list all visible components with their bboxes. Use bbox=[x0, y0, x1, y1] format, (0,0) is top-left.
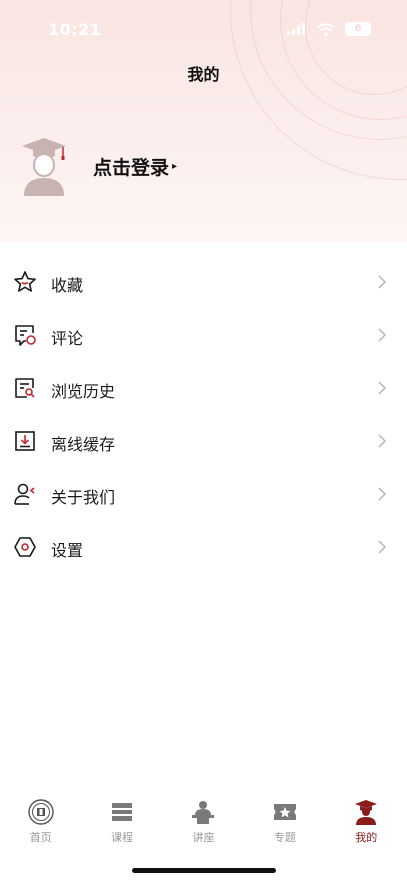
tab-lectures[interactable]: 讲座 bbox=[168, 793, 238, 853]
menu-list: 收藏 评论 浏览历史 离线缓存 关于我们 设置 bbox=[0, 256, 407, 574]
chevron-right-icon bbox=[378, 540, 387, 554]
menu-item-favorites[interactable]: 收藏 bbox=[0, 256, 407, 309]
chevron-right-icon bbox=[378, 487, 387, 501]
tab-mine[interactable]: 我的 bbox=[331, 793, 401, 853]
battery-icon: 6 bbox=[345, 22, 371, 36]
chevron-right-icon bbox=[378, 381, 387, 395]
login-label: 点击登录 bbox=[93, 156, 170, 179]
caret-right-icon: ▸ bbox=[172, 160, 178, 172]
login-link[interactable]: 点击登录 ▸ bbox=[93, 153, 177, 180]
status-bar: 10:21 6 bbox=[0, 0, 407, 58]
tab-label: 我的 bbox=[355, 831, 378, 844]
topic-icon bbox=[273, 804, 296, 820]
menu-item-comments[interactable]: 评论 bbox=[0, 309, 407, 362]
page-title: 我的 bbox=[187, 65, 220, 84]
download-icon bbox=[15, 431, 35, 451]
avatar-graduate-icon bbox=[22, 138, 66, 196]
profile-icon bbox=[355, 800, 378, 825]
tab-label: 首页 bbox=[29, 831, 52, 844]
login-area[interactable]: 点击登录 ▸ bbox=[20, 136, 177, 196]
menu-item-label: 收藏 bbox=[51, 276, 84, 295]
star-icon bbox=[14, 271, 36, 292]
menu-item-label: 离线缓存 bbox=[51, 435, 116, 454]
menu-item-label: 评论 bbox=[51, 329, 84, 348]
tab-label: 专题 bbox=[273, 831, 296, 844]
menu-item-label: 设置 bbox=[51, 541, 84, 560]
menu-item-about-us[interactable]: 关于我们 bbox=[0, 468, 407, 521]
comment-icon bbox=[15, 325, 36, 346]
status-icons: 6 bbox=[287, 22, 371, 36]
menu-item-label: 浏览历史 bbox=[51, 382, 116, 401]
chevron-right-icon bbox=[378, 275, 387, 289]
history-icon bbox=[15, 378, 35, 398]
tab-label: 课程 bbox=[111, 831, 134, 844]
tab-home[interactable]: 首页 bbox=[6, 793, 76, 853]
course-icon bbox=[112, 803, 133, 821]
signal-icon bbox=[287, 23, 305, 35]
home-indicator bbox=[132, 868, 276, 873]
status-time: 10:21 bbox=[48, 20, 102, 39]
menu-item-history[interactable]: 浏览历史 bbox=[0, 362, 407, 415]
menu-item-settings[interactable]: 设置 bbox=[0, 521, 407, 574]
tab-bar: 首页 课程 讲座 专题 我的 bbox=[0, 793, 407, 853]
tab-topics[interactable]: 专题 bbox=[250, 793, 320, 853]
menu-item-label: 关于我们 bbox=[51, 488, 116, 507]
university-seal-icon bbox=[27, 799, 54, 825]
chevron-right-icon bbox=[378, 434, 387, 448]
tab-courses[interactable]: 课程 bbox=[87, 793, 157, 853]
settings-icon bbox=[14, 537, 36, 557]
about-icon bbox=[14, 483, 35, 505]
wifi-icon bbox=[317, 22, 335, 36]
chevron-right-icon bbox=[378, 328, 387, 342]
lecture-icon bbox=[192, 801, 215, 824]
menu-item-offline-cache[interactable]: 离线缓存 bbox=[0, 415, 407, 468]
tab-label: 讲座 bbox=[192, 831, 215, 844]
